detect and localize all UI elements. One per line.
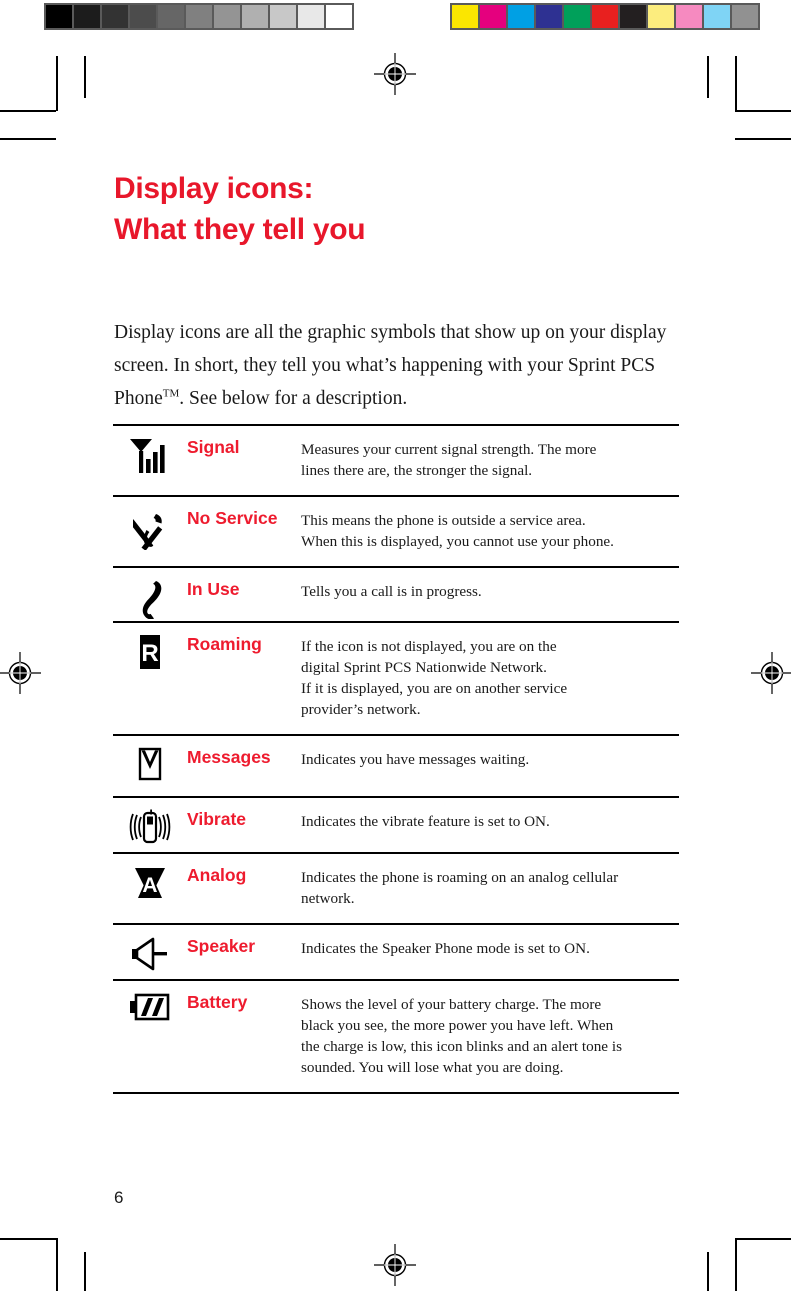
- icon-description: Tells you a call is in progress.: [299, 568, 679, 621]
- table-row: R Roaming If the icon is not displayed, …: [113, 621, 679, 734]
- description-line: When this is displayed, you cannot use y…: [301, 533, 614, 550]
- description-line: Measures your current signal strength. T…: [301, 441, 597, 458]
- table-cell-icon: [113, 736, 187, 796]
- icon-label: Battery: [187, 992, 248, 1012]
- icon-label: No Service: [187, 508, 278, 528]
- analog-a-icon: A: [133, 865, 167, 901]
- description-line: network.: [301, 890, 355, 907]
- intro-paragraph: Display icons are all the graphic symbol…: [114, 316, 680, 415]
- table-row: A Analog Indicates the phone is roaming …: [113, 852, 679, 923]
- page-title-line-2: What they tell you: [114, 213, 366, 246]
- description-line: If the icon is not displayed, you are on…: [301, 638, 557, 655]
- description-line: Indicates the vibrate feature is set to …: [301, 813, 550, 830]
- svg-text:A: A: [142, 874, 157, 897]
- page-content: Display icons: What they tell you Displa…: [0, 0, 791, 1291]
- icon-description: If the icon is not displayed, you are on…: [299, 623, 679, 734]
- page-title-line-1: Display icons:: [114, 172, 314, 205]
- icon-description: This means the phone is outside a servic…: [299, 497, 679, 566]
- icon-label: Messages: [187, 747, 271, 767]
- description-line: the charge is low, this icon blinks and …: [301, 1038, 622, 1055]
- icon-label: In Use: [187, 579, 240, 599]
- table-row: In Use Tells you a call is in progress.: [113, 566, 679, 621]
- description-line: Indicates the phone is roaming on an ana…: [301, 869, 619, 886]
- vibrate-phone-icon: [129, 809, 171, 845]
- table-row: Messages Indicates you have messages wai…: [113, 734, 679, 796]
- icon-description: Indicates the Speaker Phone mode is set …: [299, 925, 679, 979]
- description-line: Indicates you have messages waiting.: [301, 751, 530, 768]
- icon-description: Indicates the phone is roaming on an ana…: [299, 854, 679, 923]
- table-cell-icon: [113, 925, 187, 979]
- speaker-icon: [131, 936, 169, 972]
- description-line: sounded. You will lose what you are doin…: [301, 1059, 564, 1076]
- description-line: Indicates the Speaker Phone mode is set …: [301, 940, 590, 957]
- table-row: Battery Shows the level of your battery …: [113, 979, 679, 1092]
- icon-label: Speaker: [187, 936, 256, 956]
- description-line: lines there are, the stronger the signal…: [301, 462, 533, 479]
- svg-text:R: R: [141, 640, 158, 667]
- table-cell-icon: [113, 568, 187, 621]
- icon-label: Vibrate: [187, 809, 247, 829]
- icon-description: Indicates you have messages waiting.: [299, 736, 679, 796]
- icon-label: Analog: [187, 865, 247, 885]
- table-row: Vibrate Indicates the vibrate feature is…: [113, 796, 679, 852]
- battery-icon: [129, 992, 171, 1022]
- table-cell-icon: [113, 497, 187, 566]
- description-line: This means the phone is outside a servic…: [301, 512, 586, 529]
- description-line: If it is displayed, you are on another s…: [301, 680, 568, 697]
- table-row: Speaker Indicates the Speaker Phone mode…: [113, 923, 679, 979]
- description-line: Tells you a call is in progress.: [301, 583, 482, 600]
- table-cell-icon: [113, 981, 187, 1092]
- icon-label: Signal: [187, 437, 240, 457]
- description-line: black you see, the more power you have l…: [301, 1017, 614, 1034]
- intro-text-part-2: . See below for a description.: [179, 387, 408, 409]
- in-use-handset-icon: [137, 579, 163, 619]
- no-service-handset-icon: [133, 508, 167, 550]
- trademark-superscript: TM: [162, 387, 180, 399]
- table-cell-icon: [113, 798, 187, 852]
- roaming-r-icon: R: [137, 634, 163, 670]
- icon-description: Shows the level of your battery charge. …: [299, 981, 679, 1092]
- description-line: digital Sprint PCS Nationwide Network.: [301, 659, 547, 676]
- page-title: Display icons: What they tell you: [114, 168, 714, 250]
- table-row: Signal Measures your current signal stre…: [113, 424, 679, 495]
- icon-description: Measures your current signal strength. T…: [299, 426, 679, 495]
- description-line: Shows the level of your battery charge. …: [301, 996, 602, 1013]
- table-row: No Service This means the phone is outsi…: [113, 495, 679, 566]
- table-cell-icon: A: [113, 854, 187, 923]
- table-bottom-rule: [113, 1092, 679, 1095]
- page-number: 6: [114, 1188, 124, 1207]
- display-icons-table: Signal Measures your current signal stre…: [113, 424, 679, 1092]
- icon-description: Indicates the vibrate feature is set to …: [299, 798, 679, 852]
- description-line: provider’s network.: [301, 701, 421, 718]
- icon-label: Roaming: [187, 634, 262, 654]
- signal-bars-icon: [129, 437, 171, 475]
- messages-envelope-icon: [136, 747, 164, 781]
- table-cell-icon: [113, 426, 187, 495]
- table-cell-icon: R: [113, 623, 187, 734]
